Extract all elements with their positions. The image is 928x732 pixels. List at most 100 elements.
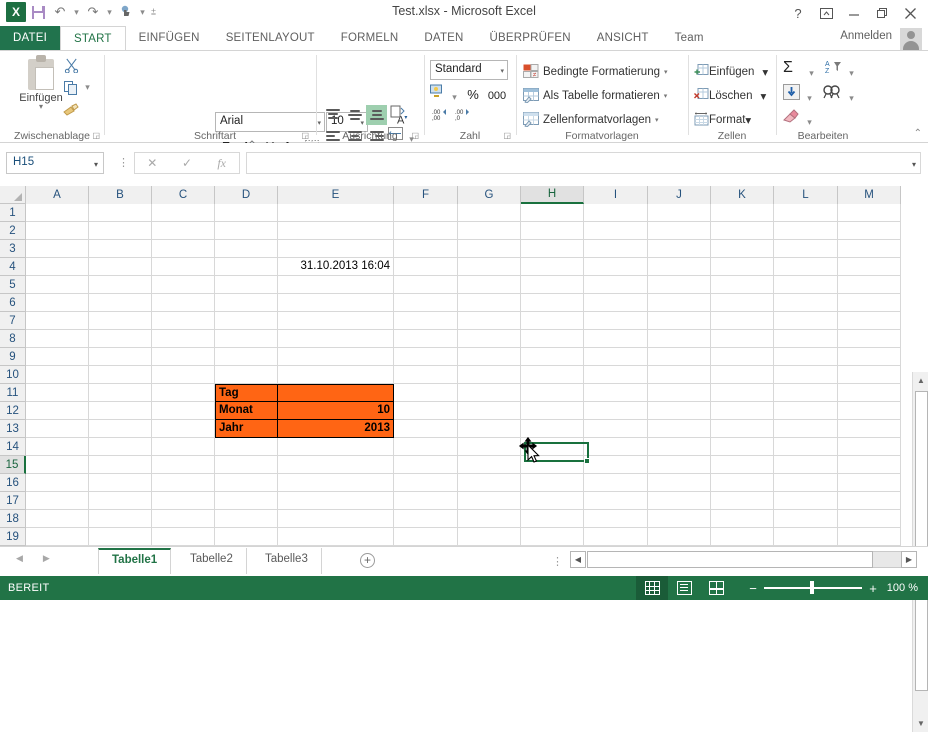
cell-k11[interactable] [711,384,774,402]
cell-j15[interactable] [648,456,711,474]
cell-g16[interactable] [458,474,521,492]
cell-e9[interactable] [278,348,394,366]
cell-c13[interactable] [152,420,215,438]
row-header-2[interactable]: 2 [0,222,26,240]
row-header-3[interactable]: 3 [0,240,26,258]
cell-f4[interactable] [394,258,458,276]
cell-h11[interactable] [521,384,584,402]
insert-cells-dropdown-icon[interactable]: ▾ [762,65,768,79]
avatar[interactable] [900,28,922,52]
format-painter-icon[interactable] [60,99,82,120]
cell-j19[interactable] [648,528,711,546]
cancel-icon[interactable]: ✕ [135,153,170,173]
tab-ansicht[interactable]: ANSICHT [584,26,662,50]
cell-g10[interactable] [458,366,521,384]
cell-f1[interactable] [394,204,458,222]
cell-h2[interactable] [521,222,584,240]
row-header-19[interactable]: 19 [0,528,26,546]
row-header-6[interactable]: 6 [0,294,26,312]
sheet-tab-tabelle3[interactable]: Tabelle3 [252,548,322,574]
column-header-j[interactable]: J [648,186,711,204]
cut-icon[interactable] [60,55,82,76]
cell-j1[interactable] [648,204,711,222]
cell-l19[interactable] [774,528,838,546]
cell-c18[interactable] [152,510,215,528]
zoom-out-button[interactable]: − [745,581,761,596]
cell-g2[interactable] [458,222,521,240]
cell-i9[interactable] [584,348,648,366]
cell-a14[interactable] [26,438,89,456]
name-box-dropdown-icon[interactable]: ▾ [94,160,98,169]
cell-styles-button[interactable]: Zellenformatvorlagen ▾ [523,108,659,131]
cell-h9[interactable] [521,348,584,366]
cell-f8[interactable] [394,330,458,348]
autosum-button[interactable]: Σ [783,59,793,77]
cell-e1[interactable] [278,204,394,222]
cell-c10[interactable] [152,366,215,384]
cell-c15[interactable] [152,456,215,474]
cell-f11[interactable] [394,384,458,402]
cell-i10[interactable] [584,366,648,384]
cell-b5[interactable] [89,276,152,294]
cell-l4[interactable] [774,258,838,276]
row-header-4[interactable]: 4 [0,258,26,276]
column-header-l[interactable]: L [774,186,838,204]
cell-j18[interactable] [648,510,711,528]
cell-d13[interactable]: Jahr [215,420,278,438]
cell-f6[interactable] [394,294,458,312]
clear-dropdown-icon[interactable]: ▾ [805,112,814,132]
tab-start[interactable]: START [60,26,126,50]
sign-in-link[interactable]: Anmelden [840,30,892,42]
zoom-level-label[interactable]: 100 % [887,582,918,594]
cell-h12[interactable] [521,402,584,420]
cell-e16[interactable] [278,474,394,492]
cell-g3[interactable] [458,240,521,258]
cell-g17[interactable] [458,492,521,510]
cell-j14[interactable] [648,438,711,456]
orientation-icon[interactable] [390,105,411,125]
cell-b18[interactable] [89,510,152,528]
cell-d1[interactable] [215,204,278,222]
fill-dropdown-icon[interactable]: ▾ [805,88,814,108]
tab-team[interactable]: Team [662,26,717,50]
cell-c7[interactable] [152,312,215,330]
cell-d10[interactable] [215,366,278,384]
column-header-k[interactable]: K [711,186,774,204]
cell-d6[interactable] [215,294,278,312]
sheet-tab-splitter[interactable]: ⋮ [552,555,563,568]
format-as-table-dropdown-icon[interactable]: ▾ [664,92,668,100]
cell-d19[interactable] [215,528,278,546]
cell-e4[interactable]: 31.10.2013 16:04 [278,258,394,276]
alignment-dialog-launcher[interactable]: ◲ [411,131,419,140]
restore-icon[interactable] [868,1,896,25]
cell-j11[interactable] [648,384,711,402]
zoom-slider-thumb[interactable] [810,581,814,595]
cell-j3[interactable] [648,240,711,258]
cell-d3[interactable] [215,240,278,258]
cell-d16[interactable] [215,474,278,492]
cell-l9[interactable] [774,348,838,366]
row-header-17[interactable]: 17 [0,492,26,510]
next-sheet-icon[interactable]: ▶ [43,553,50,564]
cell-m17[interactable] [838,492,901,510]
cell-k12[interactable] [711,402,774,420]
cell-g9[interactable] [458,348,521,366]
cell-b19[interactable] [89,528,152,546]
cell-m12[interactable] [838,402,901,420]
align-bottom-icon[interactable] [366,105,387,125]
cell-l3[interactable] [774,240,838,258]
cell-m10[interactable] [838,366,901,384]
cell-g19[interactable] [458,528,521,546]
cell-l18[interactable] [774,510,838,528]
cell-b16[interactable] [89,474,152,492]
cell-m2[interactable] [838,222,901,240]
cell-i7[interactable] [584,312,648,330]
row-header-13[interactable]: 13 [0,420,26,438]
cell-i18[interactable] [584,510,648,528]
cell-m8[interactable] [838,330,901,348]
cell-h6[interactable] [521,294,584,312]
cell-a5[interactable] [26,276,89,294]
cell-a3[interactable] [26,240,89,258]
row-header-16[interactable]: 16 [0,474,26,492]
cell-g14[interactable] [458,438,521,456]
